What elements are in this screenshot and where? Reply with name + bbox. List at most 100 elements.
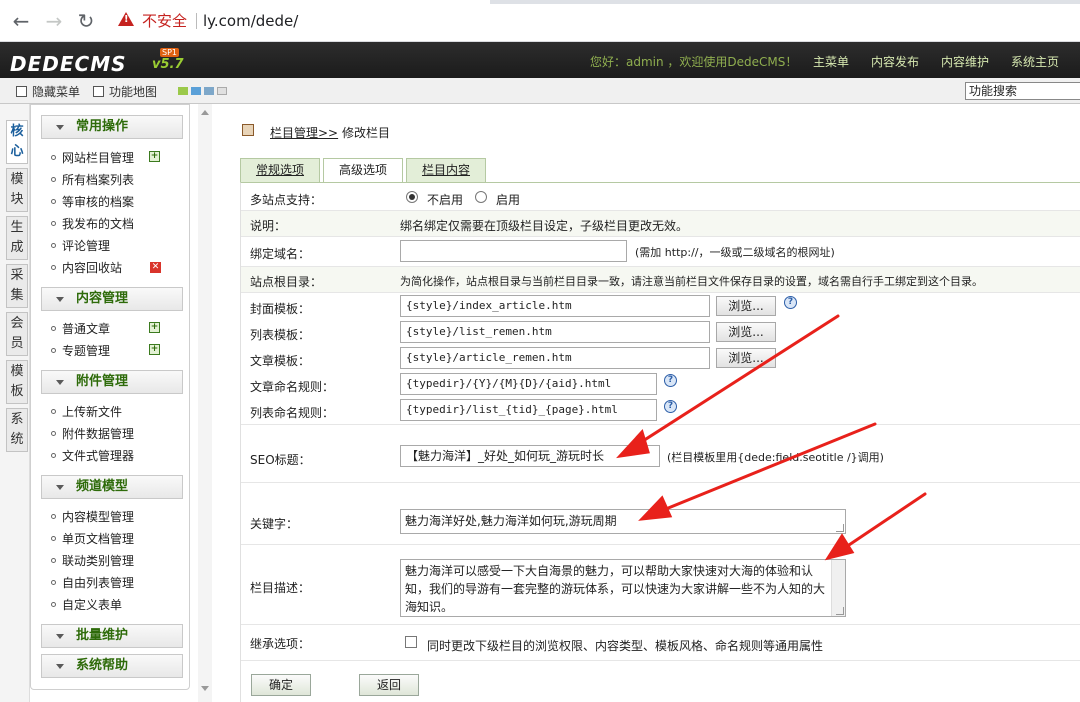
menu-item-file-manager[interactable]: 文件式管理器 xyxy=(51,448,134,464)
add-icon[interactable]: + xyxy=(149,322,160,333)
top-menu-publish[interactable]: 内容发布 xyxy=(871,53,919,70)
menu-group-help[interactable]: 系统帮助 xyxy=(41,654,183,678)
vtab-member[interactable]: 会员 xyxy=(6,312,28,356)
description-textarea[interactable]: 魅力海洋可以感受一下大自海景的魅力，可以帮助大家快速对大海的体验和认知，我们的导… xyxy=(400,559,846,617)
forward-arrow-icon[interactable]: → xyxy=(42,9,66,33)
multisite-on-radio[interactable] xyxy=(475,191,487,203)
menu-item-topic[interactable]: 专题管理 xyxy=(51,343,110,359)
inherit-row: 继承选项： 同时更改下级栏目的浏览权限、内容类型、模板风格、命名规则等通用属性 xyxy=(241,625,1080,661)
skin-swatch-green[interactable] xyxy=(178,87,188,95)
menu-item-all-archives[interactable]: 所有档案列表 xyxy=(51,172,134,188)
help-icon[interactable]: ? xyxy=(784,296,797,309)
domain-input[interactable] xyxy=(400,240,627,262)
scroll-down-icon[interactable] xyxy=(201,686,209,691)
multisite-off-radio[interactable] xyxy=(406,191,418,203)
vtab-core[interactable]: 核心 xyxy=(6,120,28,164)
menu-scrollbar[interactable] xyxy=(198,104,212,702)
menu-item-label: 内容模型管理 xyxy=(62,510,135,524)
cover-browse-button[interactable]: 浏览... xyxy=(716,296,776,316)
vtab-collect[interactable]: 采集 xyxy=(6,264,28,308)
keywords-row: 关键字： 魅力海洋好处,魅力海洋如何玩,游玩周期 xyxy=(241,483,1080,545)
warning-icon xyxy=(118,12,134,26)
address-bar[interactable]: 不安全 ly.com/dede/ xyxy=(108,6,1080,36)
list-rule-label: 列表命名规则： xyxy=(250,406,335,420)
menu-item-article[interactable]: 普通文章 xyxy=(51,321,110,337)
insecure-label[interactable]: 不安全 xyxy=(142,6,187,36)
tab-general[interactable]: 常规选项 xyxy=(240,158,320,182)
skin-swatch-gray[interactable] xyxy=(217,87,227,95)
breadcrumb-link[interactable]: 栏目管理>> xyxy=(270,124,338,141)
menu-group-common[interactable]: 常用操作 xyxy=(41,115,183,139)
menu-group-content[interactable]: 内容管理 xyxy=(41,287,183,311)
article-template-input[interactable]: {style}/article_remen.htm xyxy=(400,347,710,369)
cover-template-row: 封面模板： {style}/index_article.htm 浏览... ? xyxy=(241,293,1080,319)
menu-group-attachment[interactable]: 附件管理 xyxy=(41,370,183,394)
menu-item-recycle[interactable]: 内容回收站 xyxy=(51,260,122,276)
add-icon[interactable]: + xyxy=(149,344,160,355)
menu-group-title: 频道模型 xyxy=(76,479,129,494)
menu-item-upload[interactable]: 上传新文件 xyxy=(51,404,122,420)
collapse-triangle-icon xyxy=(56,297,64,302)
collapse-triangle-icon xyxy=(56,125,64,130)
keywords-textarea[interactable]: 魅力海洋好处,魅力海洋如何玩,游玩周期 xyxy=(400,509,846,534)
article-rule-input[interactable]: {typedir}/{Y}/{M}{D}/{aid}.html xyxy=(400,373,657,395)
add-icon[interactable]: + xyxy=(149,151,160,162)
inherit-checkbox[interactable] xyxy=(405,636,417,648)
top-menu-maintain[interactable]: 内容维护 xyxy=(941,53,989,70)
article-browse-button[interactable]: 浏览... xyxy=(716,348,776,368)
skin-swatch-blue[interactable] xyxy=(191,87,201,95)
menu-item-linkage[interactable]: 联动类别管理 xyxy=(51,553,134,569)
grid-icon xyxy=(93,86,104,97)
seo-title-input[interactable]: 【魅力海洋】_好处_如何玩_游玩时长 xyxy=(400,445,660,467)
resize-handle-icon[interactable] xyxy=(836,607,844,615)
description-value: 魅力海洋可以感受一下大自海景的魅力，可以帮助大家快速对大海的体验和认知，我们的导… xyxy=(405,564,826,614)
menu-item-label: 我发布的文档 xyxy=(62,217,135,231)
menu-item-custom-form[interactable]: 自定义表单 xyxy=(51,597,122,613)
toolbar: 隐藏菜单 功能地图 功能搜索 xyxy=(0,78,1080,104)
list-browse-button[interactable]: 浏览... xyxy=(716,322,776,342)
menu-item-model[interactable]: 内容模型管理 xyxy=(51,509,134,525)
browser-toolbar: ← → ↻ 不安全 ly.com/dede/ xyxy=(0,0,1080,42)
top-menu-main[interactable]: 主菜单 xyxy=(813,53,849,70)
menu-group-channel[interactable]: 频道模型 xyxy=(41,475,183,499)
bullet-icon xyxy=(51,536,56,541)
skin-swatch-steel[interactable] xyxy=(204,87,214,95)
menu-item-label: 单页文档管理 xyxy=(62,532,135,546)
help-icon[interactable]: ? xyxy=(664,374,677,387)
scroll-up-icon[interactable] xyxy=(201,110,209,115)
menu-item-label: 网站栏目管理 xyxy=(62,151,135,165)
seo-label: SEO标题： xyxy=(250,453,311,467)
list-template-input[interactable]: {style}/list_remen.htm xyxy=(400,321,710,343)
vtab-template[interactable]: 模板 xyxy=(6,360,28,404)
menu-item-comments[interactable]: 评论管理 xyxy=(51,238,110,254)
menu-item-my-docs[interactable]: 我发布的文档 xyxy=(51,216,134,232)
resize-handle-icon[interactable] xyxy=(836,524,844,532)
tab-column-content[interactable]: 栏目内容 xyxy=(406,158,486,182)
menu-item-column-manage[interactable]: 网站栏目管理 xyxy=(51,150,134,166)
vtab-module[interactable]: 模块 xyxy=(6,168,28,212)
menu-item-pending[interactable]: 等审核的档案 xyxy=(51,194,134,210)
site-map-button[interactable]: 功能地图 xyxy=(93,83,157,100)
url-text[interactable]: ly.com/dede/ xyxy=(203,6,298,36)
hide-menu-button[interactable]: 隐藏菜单 xyxy=(16,83,80,100)
menu-item-free-list[interactable]: 自由列表管理 xyxy=(51,575,134,591)
menu-item-single-page[interactable]: 单页文档管理 xyxy=(51,531,134,547)
menu-item-label: 专题管理 xyxy=(62,344,111,358)
top-menu-home[interactable]: 系统主页 xyxy=(1011,53,1059,70)
back-button[interactable]: 返回 xyxy=(359,674,419,696)
help-icon[interactable]: ? xyxy=(664,400,677,413)
list-rule-input[interactable]: {typedir}/list_{tid}_{page}.html xyxy=(400,399,657,421)
confirm-button[interactable]: 确定 xyxy=(251,674,311,696)
cover-template-input[interactable]: {style}/index_article.htm xyxy=(400,295,710,317)
bullet-icon xyxy=(51,348,56,353)
menu-group-batch[interactable]: 批量维护 xyxy=(41,624,183,648)
vtab-generate[interactable]: 生成 xyxy=(6,216,28,260)
function-search-input[interactable]: 功能搜索 xyxy=(965,82,1080,100)
menu-item-attach-data[interactable]: 附件数据管理 xyxy=(51,426,134,442)
tab-advanced[interactable]: 高级选项 xyxy=(323,158,403,183)
back-arrow-icon[interactable]: ← xyxy=(9,9,33,33)
delete-icon[interactable]: ✕ xyxy=(150,262,161,273)
vtab-system[interactable]: 系统 xyxy=(6,408,28,452)
bullet-icon xyxy=(51,431,56,436)
reload-icon[interactable]: ↻ xyxy=(74,9,98,33)
